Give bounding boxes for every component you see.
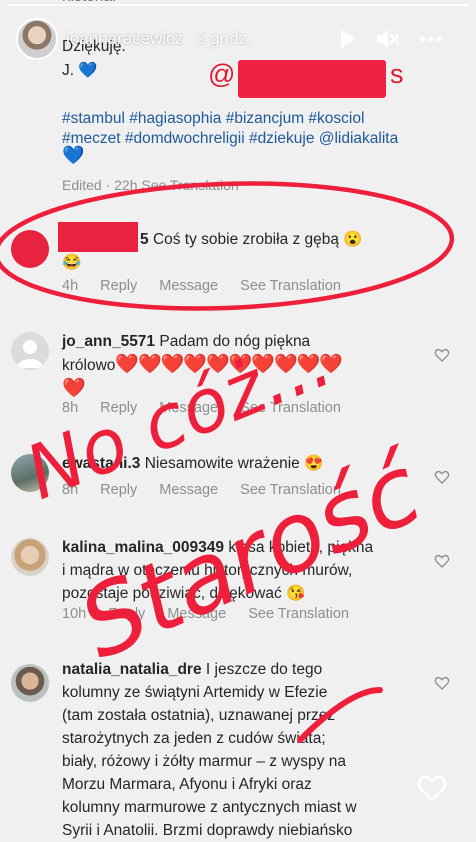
see-translation-link[interactable]: See Translation xyxy=(248,606,349,622)
story-username[interactable]: joannaracewicz xyxy=(66,29,183,49)
message-link[interactable]: Message xyxy=(167,606,226,622)
comment-body-line-1: I jeszcze do tego xyxy=(205,661,323,678)
comment-avatar[interactable] xyxy=(11,664,49,702)
comment-body-line-3: (tam została ostatnia), uznawanej przez xyxy=(62,707,336,724)
hearts-emoji-2: ❤️ xyxy=(62,378,86,399)
comment-avatar[interactable] xyxy=(11,332,49,370)
comment-username[interactable]: jo_ann_5571 xyxy=(62,333,155,350)
comment-body-3: pozostaje podziwiać, dziękować 😘 xyxy=(62,585,306,602)
comment-time: 10h xyxy=(62,606,87,622)
comment-text: jo_ann_5571 Padam do nóg piękna królowo❤… xyxy=(62,330,432,401)
comment-avatar[interactable] xyxy=(11,538,49,576)
comment-time: 8h xyxy=(62,400,79,416)
comment-body: Padam do nóg piękna xyxy=(159,333,311,350)
comment-body-line-7: kolumny marmurowe z antycznych miast w xyxy=(62,799,357,816)
comment-body-line-5: biały, różowy i żółty marmur – z wyspy n… xyxy=(62,753,346,770)
message-link[interactable]: Message xyxy=(159,482,218,498)
more-icon[interactable] xyxy=(418,26,444,52)
caption-hashtags-3: 💙 xyxy=(62,145,85,165)
comment-actions: 4h Reply Message See Translation xyxy=(62,278,359,294)
mute-icon[interactable] xyxy=(374,26,400,52)
caption-hashtags-1[interactable]: #stambul #hagiasophia #bizancjum #koscio… xyxy=(62,108,364,130)
comment-actions: 8h Reply Message See Translation xyxy=(62,482,359,498)
comment-username-suffix[interactable]: 5 xyxy=(140,231,149,248)
comment-body-2: 😂 xyxy=(62,254,82,271)
like-heart-icon[interactable] xyxy=(434,469,450,485)
comment-time: 4h xyxy=(62,278,79,294)
comment-text: natalia_natalia_dre I jeszcze do tego ko… xyxy=(62,658,432,842)
comment-username[interactable]: kalina_malina_009349 xyxy=(62,539,224,556)
comment-body-2: i mądra w otoczeniu historycznych murów, xyxy=(62,562,353,579)
default-avatar-icon xyxy=(16,340,44,368)
message-link[interactable]: Message xyxy=(159,278,218,294)
play-icon[interactable] xyxy=(334,26,360,52)
comment-body-2: królowo xyxy=(62,357,116,374)
hearts-emoji: ❤️❤️❤️❤️❤️❤️❤️❤️❤️❤️ xyxy=(115,354,343,375)
story-like-icon[interactable] xyxy=(416,772,448,804)
see-translation-link[interactable]: See Translation xyxy=(240,400,341,416)
reply-link[interactable]: Reply xyxy=(100,482,137,498)
comment-time: 8h xyxy=(62,482,79,498)
like-heart-icon[interactable] xyxy=(434,675,450,691)
comment-text: kalina_malina_009349 klasa kobieta, pięk… xyxy=(62,536,432,605)
reply-link[interactable]: Reply xyxy=(108,606,145,622)
like-heart-icon[interactable] xyxy=(434,347,450,363)
like-heart-icon[interactable] xyxy=(434,553,450,569)
comment-body: Coś ty sobie zrobiła z gębą 😮 xyxy=(152,231,363,248)
comment-username[interactable]: ewastani.3 xyxy=(62,455,140,472)
story-avatar[interactable] xyxy=(16,18,58,60)
comment-body: Niesamowite wrażenie 😍 xyxy=(144,455,324,472)
comment-body: klasa kobieta, piękna xyxy=(228,539,374,556)
comment-avatar[interactable] xyxy=(11,230,49,268)
comment-body-line-2: kolumny ze świątyni Artemidy w Efezie xyxy=(62,684,328,701)
story-progress-bar xyxy=(8,4,468,6)
comment-actions: 8h Reply Message See Translation xyxy=(62,400,359,416)
comment-text: ewastani.3 Niesamowite wrażenie 😍 xyxy=(62,452,432,475)
comment-body-line-6: Morzu Marmara, Afyonu i Afryki oraz xyxy=(62,776,312,793)
see-translation-link[interactable]: See Translation xyxy=(240,278,341,294)
message-link[interactable]: Message xyxy=(159,400,218,416)
comment-avatar[interactable] xyxy=(11,454,49,492)
story-header: joannaracewicz 2 godz. xyxy=(0,0,476,78)
comment-body-line-4: starożytnych za jeden z cudów świata; xyxy=(62,730,326,747)
story-time: 2 godz. xyxy=(196,29,252,48)
reply-link[interactable]: Reply xyxy=(100,400,137,416)
comment-actions: 10h Reply Message See Translation xyxy=(62,606,367,622)
caption-hashtags-2[interactable]: #meczet #domdwochreligii #dziekuje @lidi… xyxy=(62,128,398,150)
see-translation-link[interactable]: See Translation xyxy=(240,482,341,498)
comment-username[interactable]: natalia_natalia_dre xyxy=(62,661,202,678)
reply-link[interactable]: Reply xyxy=(100,278,137,294)
caption-meta[interactable]: Edited · 22h See Translation xyxy=(62,174,239,196)
redaction-block-user xyxy=(58,222,138,252)
